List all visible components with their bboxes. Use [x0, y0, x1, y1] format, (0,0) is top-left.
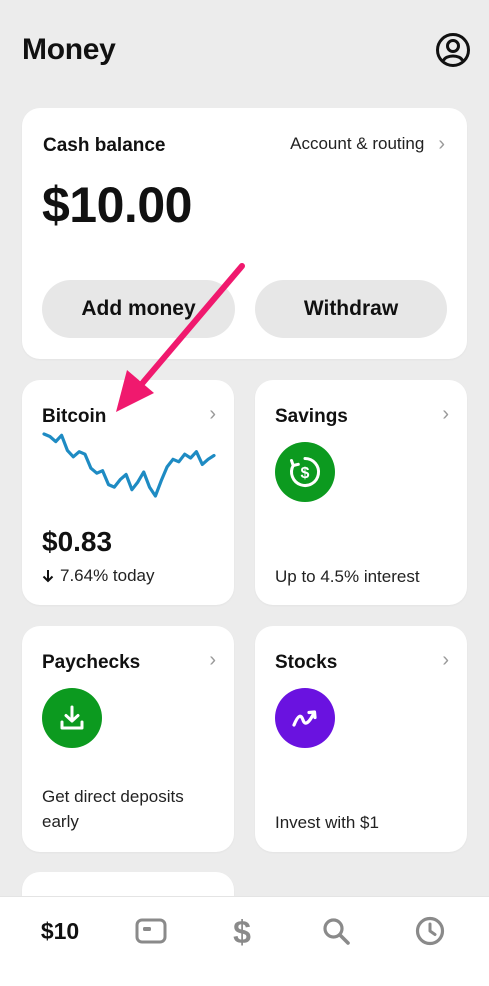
money-screen: Money Cash balance Account & routing › $…	[0, 0, 489, 986]
header: Money	[22, 30, 471, 70]
chevron-right-icon: ›	[209, 403, 216, 425]
svg-text:$: $	[233, 914, 251, 948]
chevron-right-icon: ›	[442, 649, 449, 671]
trend-up-icon	[275, 688, 335, 748]
savings-card[interactable]: Savings › $ Up to 4.5% interest	[255, 380, 467, 605]
withdraw-button[interactable]: Withdraw	[255, 280, 447, 338]
paychecks-description: Get direct deposits early	[42, 787, 184, 831]
paychecks-card[interactable]: Paychecks › Get direct deposits early	[22, 626, 234, 852]
bitcoin-change-text: 7.64% today	[60, 566, 155, 585]
bitcoin-sparkline	[42, 432, 216, 498]
balance-amount: $10.00	[42, 177, 192, 233]
bitcoin-price-line	[42, 432, 216, 498]
card-icon	[135, 918, 167, 944]
clock-icon	[415, 916, 445, 946]
download-icon	[42, 688, 102, 748]
paychecks-label: Paychecks	[42, 652, 141, 673]
tab-pay[interactable]: $	[222, 911, 262, 951]
svg-text:$: $	[301, 465, 310, 482]
tab-activity[interactable]	[410, 911, 450, 951]
tab-card[interactable]	[131, 911, 171, 951]
page-title: Money	[22, 33, 116, 66]
savings-label: Savings	[275, 406, 348, 427]
bottom-tab-bar: $10 $	[0, 896, 489, 986]
bitcoin-price: $0.83	[42, 526, 113, 557]
account-routing-link[interactable]: Account & routing ›	[290, 134, 445, 154]
chevron-right-icon: ›	[438, 133, 445, 155]
tab-search[interactable]	[316, 911, 356, 951]
savings-description: Up to 4.5% interest	[275, 567, 420, 586]
stocks-label: Stocks	[275, 652, 338, 673]
bitcoin-card[interactable]: Bitcoin › $0.83 7.64% today	[22, 380, 234, 605]
arrow-down-icon	[42, 570, 54, 583]
dollar-circle-icon: $	[275, 442, 335, 502]
stocks-card[interactable]: Stocks › Invest with $1	[255, 626, 467, 852]
account-routing-label: Account & routing	[290, 134, 425, 153]
chevron-right-icon: ›	[209, 649, 216, 671]
search-icon	[323, 918, 350, 945]
user-circle-icon	[436, 33, 470, 67]
stocks-description: Invest with $1	[275, 813, 379, 832]
chevron-right-icon: ›	[442, 403, 449, 425]
add-money-button[interactable]: Add money	[42, 280, 235, 338]
bitcoin-change: 7.64% today	[42, 566, 155, 586]
cash-balance-label: Cash balance	[43, 135, 166, 156]
dollar-icon: $	[233, 914, 251, 948]
cash-balance-card[interactable]: Cash balance Account & routing › $10.00 …	[22, 108, 467, 359]
profile-button[interactable]	[435, 32, 471, 68]
bitcoin-label: Bitcoin	[42, 406, 107, 427]
tab-balance[interactable]: $10	[32, 911, 88, 951]
